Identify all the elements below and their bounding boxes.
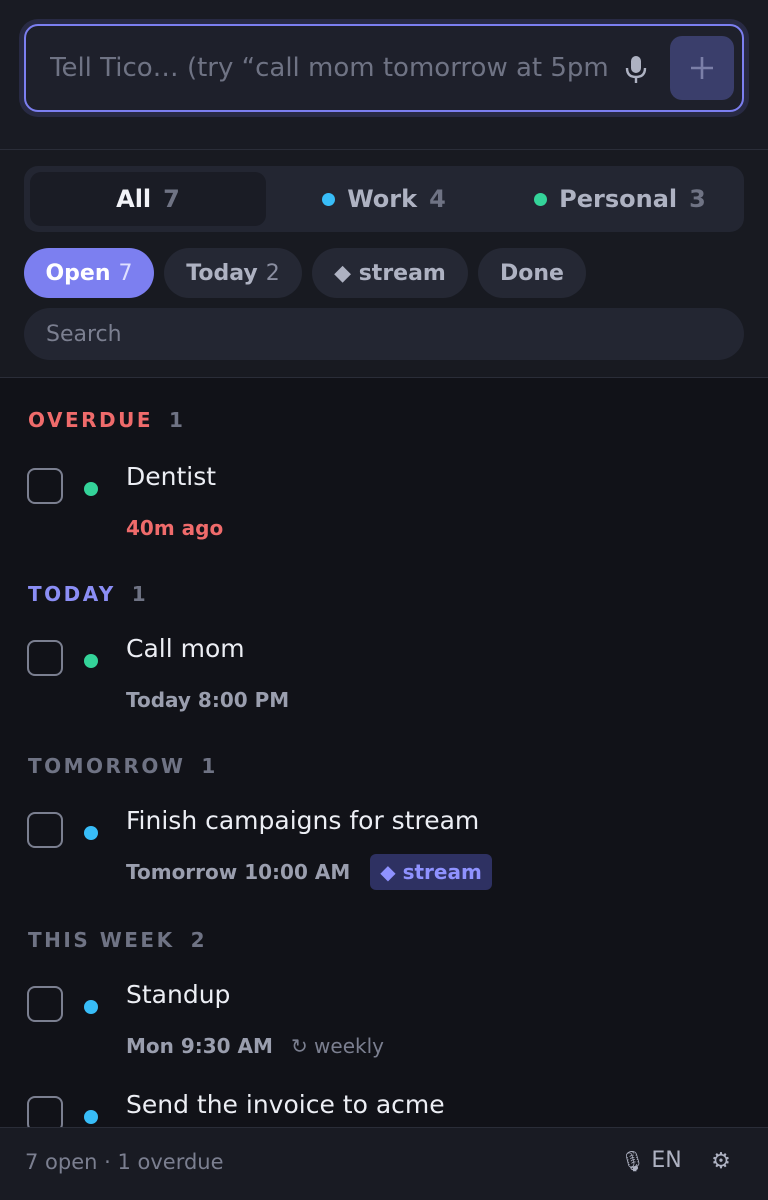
work-dot-icon (84, 1000, 98, 1014)
language-label: EN (651, 1148, 682, 1173)
task-checkbox[interactable] (27, 812, 63, 848)
voice-language-button[interactable]: 🎙 EN (620, 1148, 682, 1173)
quick-add-box (24, 24, 744, 112)
task-title[interactable]: Send the invoice to acme (126, 1090, 445, 1119)
plus-icon (691, 57, 713, 79)
work-dot-icon (322, 192, 336, 206)
section-title: TOMORROW (28, 754, 186, 778)
search-input[interactable] (24, 308, 744, 360)
work-dot-icon (84, 1110, 98, 1124)
microphone-icon (625, 56, 647, 83)
tab-count: 7 (163, 185, 180, 213)
section-title: THIS WEEK (28, 928, 175, 952)
tab-label: Work (347, 185, 418, 213)
work-dot-icon (84, 826, 98, 840)
section-title: OVERDUE (28, 408, 154, 432)
microphone-icon: 🎙 (620, 1148, 646, 1173)
task-meta: Today 8:00 PM (126, 682, 289, 718)
tab-count: 4 (429, 185, 446, 213)
footer: 7 open · 1 overdue 🎙 EN ⚙ (0, 1127, 768, 1200)
status-summary: 7 open · 1 overdue (25, 1150, 224, 1174)
tab-personal[interactable]: Personal 3 (502, 172, 738, 226)
task-meta: 40m ago (126, 510, 223, 546)
filter-done[interactable]: Done (478, 248, 586, 298)
section-count: 1 (169, 408, 184, 432)
section-count: 1 (131, 582, 147, 606)
task-meta: Tomorrow 10:00 AM ◆ stream (126, 854, 492, 890)
add-task-button[interactable] (670, 36, 734, 100)
section-count: 2 (190, 928, 206, 952)
task-checkbox[interactable] (27, 468, 63, 504)
filter-label: Done (500, 260, 564, 286)
quick-add-bar (0, 0, 768, 150)
section-count: 1 (201, 754, 217, 778)
tab-label: All (116, 185, 152, 213)
tab-label: Personal (559, 185, 678, 213)
repeat-label: ↻ weekly (290, 1034, 384, 1058)
task-title[interactable]: Dentist (126, 462, 216, 491)
project-tag[interactable]: ◆ stream (370, 854, 492, 890)
personal-dot-icon (534, 192, 548, 206)
filter-label: Open (45, 260, 111, 286)
personal-dot-icon (84, 482, 98, 496)
task-checkbox[interactable] (27, 640, 63, 676)
quick-add-input[interactable] (50, 50, 610, 86)
task-list: OVERDUE 1 Dentist 40m ago TODAY 1 Call m… (0, 379, 768, 1127)
section-title: TODAY (28, 582, 116, 606)
app: All 7 Work 4 Personal 3 Open 7 Today 2 (0, 0, 768, 1200)
section-this-week: THIS WEEK 2 (28, 925, 206, 955)
tab-count: 3 (689, 185, 706, 213)
task-checkbox[interactable] (27, 986, 63, 1022)
personal-dot-icon (84, 654, 98, 668)
section-tomorrow: TOMORROW 1 (28, 751, 216, 781)
tab-work[interactable]: Work 4 (266, 172, 502, 226)
microphone-button[interactable] (614, 48, 658, 92)
tab-all[interactable]: All 7 (30, 172, 266, 226)
section-today: TODAY 1 (28, 579, 147, 609)
task-time: Mon 9:30 AM (126, 1034, 273, 1058)
controls: All 7 Work 4 Personal 3 Open 7 Today 2 ◆… (0, 150, 768, 378)
task-meta: Mon 9:30 AM ↻ weekly (126, 1028, 384, 1064)
filter-open[interactable]: Open 7 (24, 248, 154, 298)
filter-today[interactable]: Today 2 (164, 248, 302, 298)
task-time: Tomorrow 10:00 AM (126, 860, 351, 884)
category-tabs: All 7 Work 4 Personal 3 (24, 166, 744, 232)
settings-button[interactable]: ⚙ (708, 1146, 734, 1176)
filter-count: 2 (265, 260, 280, 286)
gear-icon: ⚙ (711, 1148, 731, 1174)
filter-label: Today (186, 260, 258, 286)
section-overdue: OVERDUE 1 (28, 405, 184, 435)
task-time: Today 8:00 PM (126, 688, 290, 712)
filter-label: ◆ stream (334, 260, 446, 286)
filter-stream[interactable]: ◆ stream (312, 248, 468, 298)
task-time: 40m ago (126, 516, 224, 540)
filter-count: 7 (118, 260, 133, 286)
task-title[interactable]: Finish campaigns for stream (126, 806, 479, 835)
task-title[interactable]: Call mom (126, 634, 245, 663)
task-checkbox[interactable] (27, 1096, 63, 1127)
task-title[interactable]: Standup (126, 980, 230, 1009)
